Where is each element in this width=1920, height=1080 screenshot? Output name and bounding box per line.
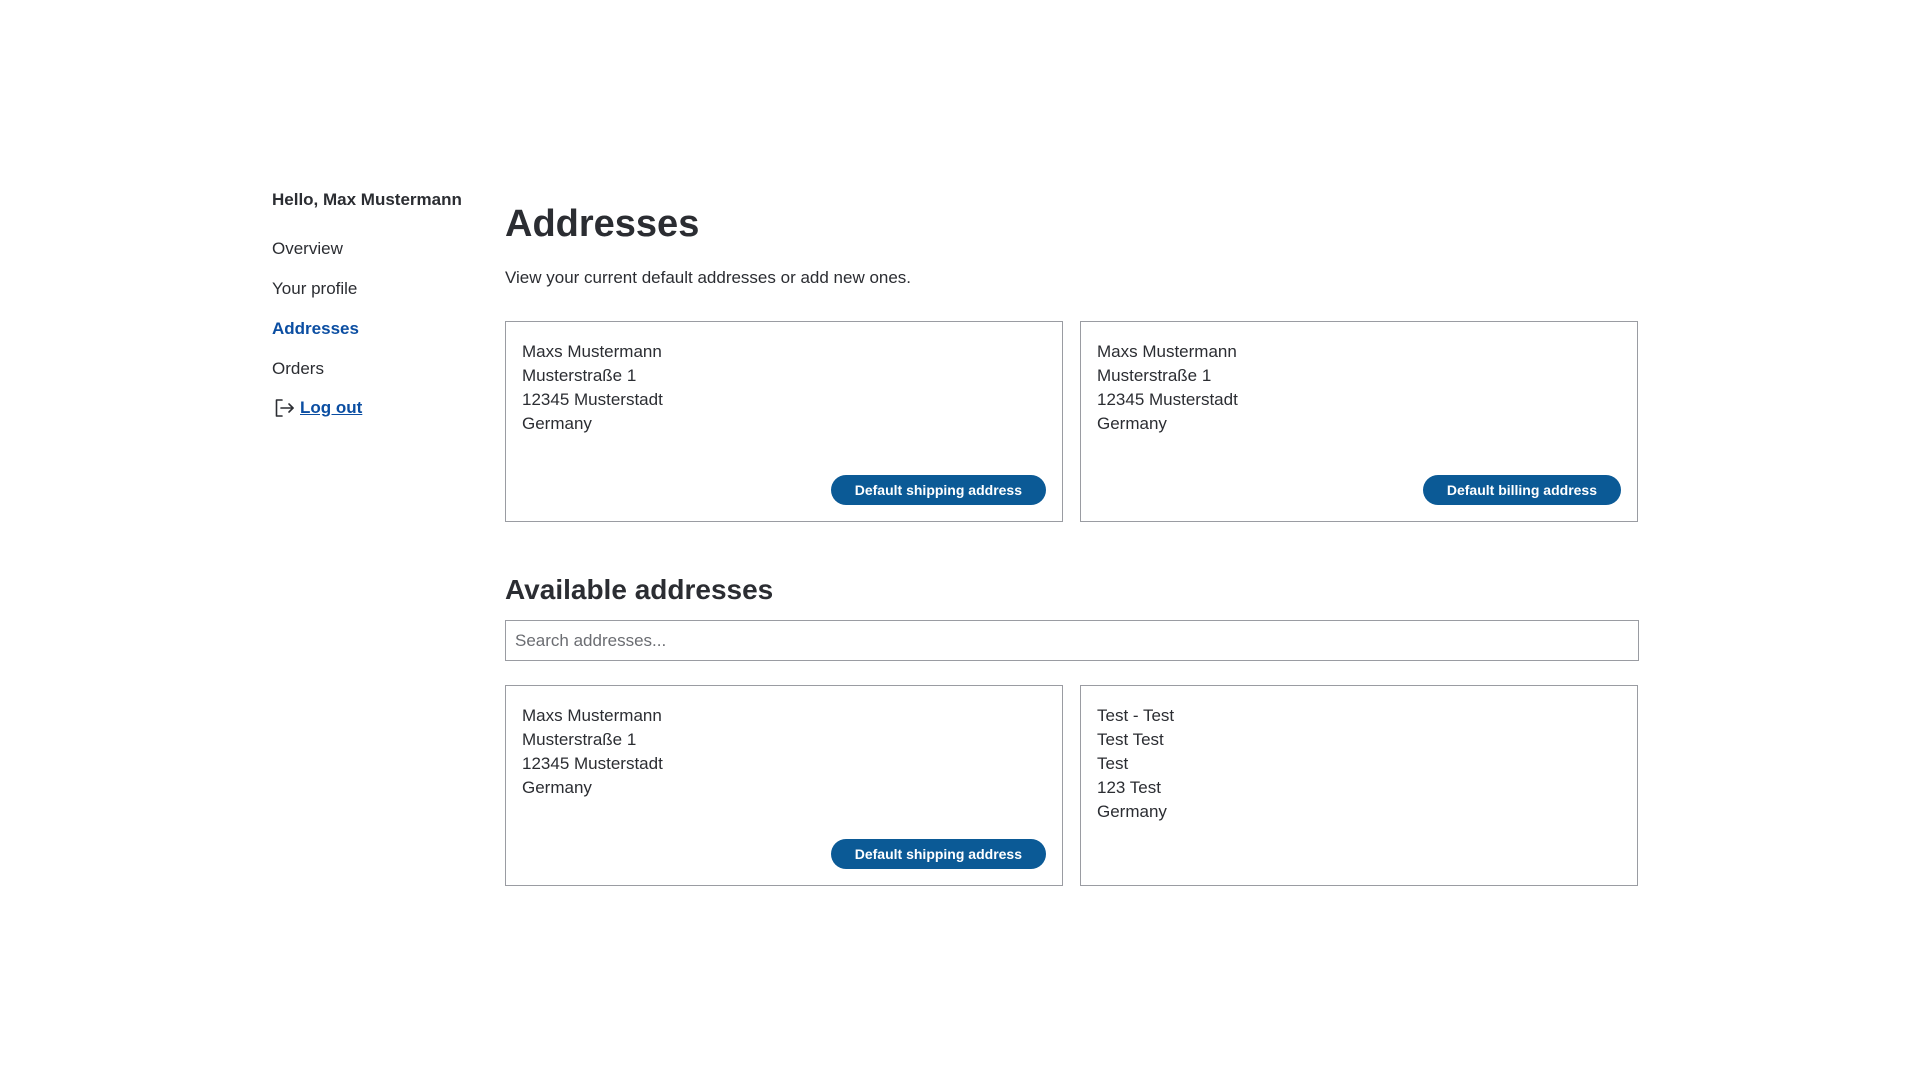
sidebar-item-addresses[interactable]: Addresses — [272, 318, 482, 358]
default-shipping-badge: Default shipping address — [830, 475, 1046, 505]
available-addresses-title: Available addresses — [505, 574, 774, 605]
address-line: Maxs Mustermann — [522, 342, 662, 361]
account-sidebar: Hello, Max Mustermann Overview Your prof… — [272, 190, 482, 420]
sidebar-item-orders[interactable]: Orders — [272, 358, 482, 398]
address-line: 12345 Musterstadt — [522, 754, 663, 773]
address-line: Musterstraße 1 — [522, 730, 637, 749]
address-line: 12345 Musterstadt — [522, 390, 663, 409]
address-line: Musterstraße 1 — [522, 366, 637, 385]
account-addresses-page: Hello, Max Mustermann Overview Your prof… — [0, 0, 1920, 1080]
sidebar-item-overview[interactable]: Overview — [272, 238, 482, 278]
page-title: Addresses — [505, 203, 700, 245]
greeting: Hello, Max Mustermann — [272, 190, 462, 209]
logout-icon[interactable] — [272, 396, 296, 420]
default-shipping-badge: Default shipping address — [830, 839, 1046, 869]
address-line: Germany — [522, 414, 592, 433]
address-line: 123 Test — [1097, 778, 1161, 797]
address-line: 12345 Musterstadt — [1097, 390, 1238, 409]
address-line: Musterstraße 1 — [1097, 366, 1212, 385]
default-billing-badge: Default billing address — [1422, 475, 1621, 505]
address-line: Test - Test — [1097, 706, 1175, 725]
page-description: View your current default addresses or a… — [505, 268, 912, 287]
address-line: Germany — [1097, 414, 1167, 433]
main-content: Addresses View your current default addr… — [505, 200, 1639, 886]
address-card[interactable]: Test - Test Test Test Test 123 Test Germ… — [1080, 685, 1638, 886]
address-line: Maxs Mustermann — [1097, 342, 1237, 361]
address-card-default-billing: Maxs Mustermann Musterstraße 1 12345 Mus… — [1080, 321, 1638, 522]
address-line: Test — [1097, 754, 1129, 773]
address-card-default-shipping: Maxs Mustermann Musterstraße 1 12345 Mus… — [505, 321, 1063, 522]
address-line: Germany — [1097, 802, 1167, 821]
address-line: Test Test — [1097, 730, 1164, 749]
address-line: Germany — [522, 778, 592, 797]
address-line: Maxs Mustermann — [522, 706, 662, 725]
logout-row[interactable]: Log out — [272, 396, 482, 420]
sidebar-item-your-profile[interactable]: Your profile — [272, 278, 482, 318]
logout-link[interactable]: Log out — [300, 398, 362, 418]
available-addresses: Maxs Mustermann Musterstraße 1 12345 Mus… — [505, 685, 1639, 886]
search-addresses-input[interactable] — [505, 620, 1639, 661]
default-addresses: Maxs Mustermann Musterstraße 1 12345 Mus… — [505, 321, 1639, 522]
address-card[interactable]: Maxs Mustermann Musterstraße 1 12345 Mus… — [505, 685, 1063, 886]
